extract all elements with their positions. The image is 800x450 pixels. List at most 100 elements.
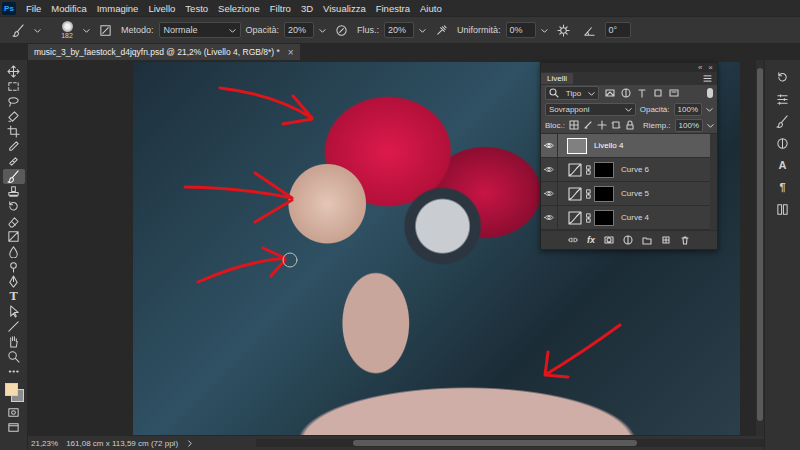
menu-item[interactable]: Selezione: [213, 3, 265, 14]
menu-item[interactable]: Immagine: [92, 3, 144, 14]
document-tab[interactable]: music_3_by_faestock_d4jqyfn.psd @ 21,2% …: [28, 44, 300, 60]
menu-item[interactable]: Visualizza: [318, 3, 371, 14]
layer-mask-thumbnail[interactable]: [594, 186, 614, 202]
add-mask-icon[interactable]: [604, 235, 614, 245]
history-panel-icon[interactable]: [773, 70, 793, 84]
layer-row[interactable]: Curve 5: [541, 182, 710, 206]
quickselect-tool-icon[interactable]: [3, 109, 25, 124]
brush-preset-picker[interactable]: 182: [56, 21, 78, 40]
pen-tool-icon[interactable]: [3, 274, 25, 289]
pathselect-tool-icon[interactable]: [3, 304, 25, 319]
layer-thumbnail[interactable]: [567, 138, 587, 154]
close-tab-button[interactable]: ×: [288, 47, 294, 58]
link-icon[interactable]: [586, 165, 591, 175]
heal-tool-icon[interactable]: [3, 154, 25, 169]
text-tool-icon[interactable]: T: [3, 289, 25, 304]
blur-tool-icon[interactable]: [3, 244, 25, 259]
blend-mode-select[interactable]: Sovrapponi: [545, 103, 636, 116]
lock-pixels-icon[interactable]: [583, 120, 593, 130]
adjustment-layer-icon[interactable]: [623, 235, 633, 245]
visibility-toggle[interactable]: [541, 158, 558, 181]
caret-icon[interactable]: [319, 27, 326, 34]
brush-settings-icon[interactable]: [99, 24, 112, 37]
more-tool-icon[interactable]: [3, 364, 25, 379]
airbrush-icon[interactable]: [435, 24, 448, 37]
shape-filter-icon[interactable]: [653, 88, 663, 98]
layer-row[interactable]: Livello 4: [541, 134, 710, 158]
filter-select[interactable]: Tipo: [545, 86, 599, 100]
dodge-tool-icon[interactable]: [3, 259, 25, 274]
vertical-scrollbar[interactable]: [756, 60, 764, 436]
screen-mode-icon[interactable]: [3, 420, 25, 435]
brush-tool-icon[interactable]: [3, 169, 25, 184]
type-filter-icon[interactable]: [637, 88, 647, 98]
stamp-tool-icon[interactable]: [3, 184, 25, 199]
new-layer-icon[interactable]: [661, 235, 671, 245]
menu-item[interactable]: Finestra: [371, 3, 415, 14]
flow-field[interactable]: 20%: [384, 22, 414, 38]
caret-icon[interactable]: [83, 27, 90, 34]
marquee-tool-icon[interactable]: [3, 79, 25, 94]
menu-item[interactable]: Aiuto: [415, 3, 447, 14]
caret-icon[interactable]: [706, 106, 713, 113]
history-tool-icon[interactable]: [3, 199, 25, 214]
eraser-tool-icon[interactable]: [3, 214, 25, 229]
visibility-toggle[interactable]: [541, 134, 558, 157]
visibility-toggle[interactable]: [541, 206, 558, 229]
adjustment-filter-icon[interactable]: [621, 88, 631, 98]
brush-tool-icon[interactable]: [12, 24, 25, 37]
layer-row[interactable]: Curve 6: [541, 158, 710, 182]
status-menu-icon[interactable]: [186, 440, 193, 447]
lock-artboard-icon[interactable]: [611, 120, 621, 130]
angle-field[interactable]: 0°: [605, 22, 631, 38]
menu-item[interactable]: File: [21, 3, 46, 14]
move-tool-icon[interactable]: [3, 64, 25, 79]
adjust-panel-icon[interactable]: [773, 136, 793, 150]
menu-item[interactable]: Filtro: [265, 3, 296, 14]
gear-icon[interactable]: [557, 24, 570, 37]
trash-icon[interactable]: [680, 235, 690, 245]
collapse-button[interactable]: «: [698, 63, 702, 72]
caret-icon[interactable]: [34, 27, 41, 34]
brush-panel-icon[interactable]: [773, 114, 793, 128]
layers-tab[interactable]: Livelli: [541, 73, 573, 84]
lock-transparency-icon[interactable]: [569, 120, 579, 130]
mode-select[interactable]: Normale: [159, 22, 241, 38]
menu-item[interactable]: Livello: [143, 3, 180, 14]
visibility-toggle[interactable]: [541, 182, 558, 205]
pixel-filter-icon[interactable]: [605, 88, 615, 98]
zoom-tool-icon[interactable]: [3, 349, 25, 364]
properties-panel-icon[interactable]: [773, 92, 793, 106]
layer-style-button[interactable]: fx: [587, 235, 595, 245]
layer-mask-thumbnail[interactable]: [594, 162, 614, 178]
caret-icon[interactable]: [707, 122, 714, 129]
line-tool-icon[interactable]: [3, 319, 25, 334]
link-icon[interactable]: [586, 213, 591, 223]
smart-object-filter-icon[interactable]: [669, 88, 679, 98]
layer-mask-thumbnail[interactable]: [594, 210, 614, 226]
close-panel-button[interactable]: ×: [708, 63, 713, 72]
horizontal-scrollbar[interactable]: [256, 439, 764, 447]
quick-mask-icon[interactable]: [3, 405, 25, 420]
lock-position-icon[interactable]: [597, 120, 607, 130]
menu-item[interactable]: Testo: [180, 3, 213, 14]
lock-all-icon[interactable]: [625, 120, 635, 130]
caret-icon[interactable]: [419, 27, 426, 34]
layers-scrollbar[interactable]: [710, 134, 717, 230]
app-logo[interactable]: Ps: [2, 2, 16, 15]
panel-menu-icon[interactable]: [703, 75, 712, 82]
opacity-field[interactable]: 20%: [284, 22, 314, 38]
menu-item[interactable]: Modifica: [46, 3, 91, 14]
layer-opacity-field[interactable]: 100%: [674, 103, 702, 116]
filter-toggle[interactable]: [707, 88, 713, 98]
crop-tool-icon[interactable]: [3, 124, 25, 139]
zoom-level[interactable]: 21,23%: [31, 439, 58, 448]
link-layers-icon[interactable]: [568, 235, 578, 245]
gradient-tool-icon[interactable]: [3, 229, 25, 244]
lasso-tool-icon[interactable]: [3, 94, 25, 109]
smoothing-field[interactable]: 0%: [506, 22, 536, 38]
folder-icon[interactable]: [642, 235, 652, 245]
para-panel-icon[interactable]: ¶: [773, 180, 793, 194]
libraries-panel-icon[interactable]: [773, 202, 793, 216]
menu-item[interactable]: 3D: [296, 3, 318, 14]
